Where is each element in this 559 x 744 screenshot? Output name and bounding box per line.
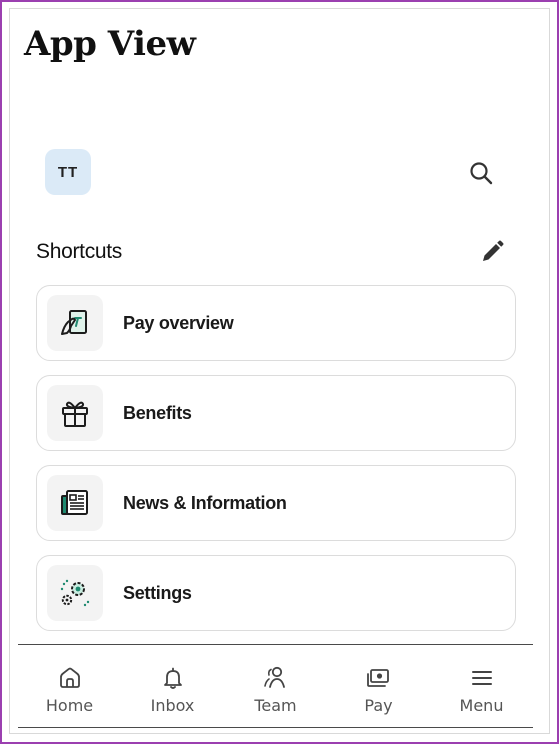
- shortcut-label: Settings: [123, 582, 192, 603]
- nav-label: Team: [254, 696, 297, 715]
- pencil-icon: [483, 240, 504, 261]
- home-icon: [59, 667, 80, 688]
- shortcut-label: Pay overview: [123, 312, 234, 333]
- menu-icon: [471, 671, 492, 685]
- bottom-nav: Home Inbox Team Pay Menu: [18, 646, 533, 726]
- shortcut-benefits-icon-tile: [47, 385, 103, 441]
- nav-label: Pay: [364, 696, 393, 715]
- shortcut-settings[interactable]: Settings: [36, 555, 516, 631]
- nav-item-home[interactable]: Home: [18, 646, 121, 726]
- nav-item-pay[interactable]: Pay: [327, 646, 430, 726]
- nav-bottom-divider: [18, 727, 533, 728]
- nav-label: Menu: [459, 696, 504, 715]
- nav-item-menu[interactable]: Menu: [430, 646, 533, 726]
- pay-icon: [366, 669, 389, 687]
- app-title: App View: [24, 24, 196, 64]
- settings-icon: [60, 579, 90, 607]
- pay-overview-icon: [61, 310, 87, 335]
- avatar-initials: TT: [57, 163, 79, 181]
- shortcut-label: News & Information: [123, 492, 287, 513]
- search-icon: [470, 162, 493, 185]
- nav-label: Inbox: [150, 696, 195, 715]
- screenshot-frame: [0, 0, 559, 744]
- shortcut-pay-overview-icon-tile: [47, 295, 103, 351]
- news-icon: [61, 490, 88, 515]
- avatar[interactable]: TT: [45, 149, 91, 195]
- shortcut-news-icon-tile: [47, 475, 103, 531]
- shortcut-settings-icon-tile: [47, 565, 103, 621]
- gift-icon: [62, 401, 88, 427]
- nav-item-team[interactable]: Team: [224, 646, 327, 726]
- nav-divider: [18, 644, 533, 645]
- nav-label: Home: [45, 696, 94, 715]
- shortcut-pay-overview[interactable]: Pay overview: [36, 285, 516, 361]
- shortcuts-title: Shortcuts: [36, 240, 123, 263]
- shortcut-news[interactable]: News & Information: [36, 465, 516, 541]
- shortcut-label: Benefits: [123, 402, 192, 423]
- bell-icon: [163, 667, 182, 689]
- shortcut-benefits[interactable]: Benefits: [36, 375, 516, 451]
- team-icon: [263, 666, 285, 688]
- search-button[interactable]: [466, 158, 496, 188]
- edit-shortcuts-button[interactable]: [478, 238, 506, 266]
- nav-item-inbox[interactable]: Inbox: [121, 646, 224, 726]
